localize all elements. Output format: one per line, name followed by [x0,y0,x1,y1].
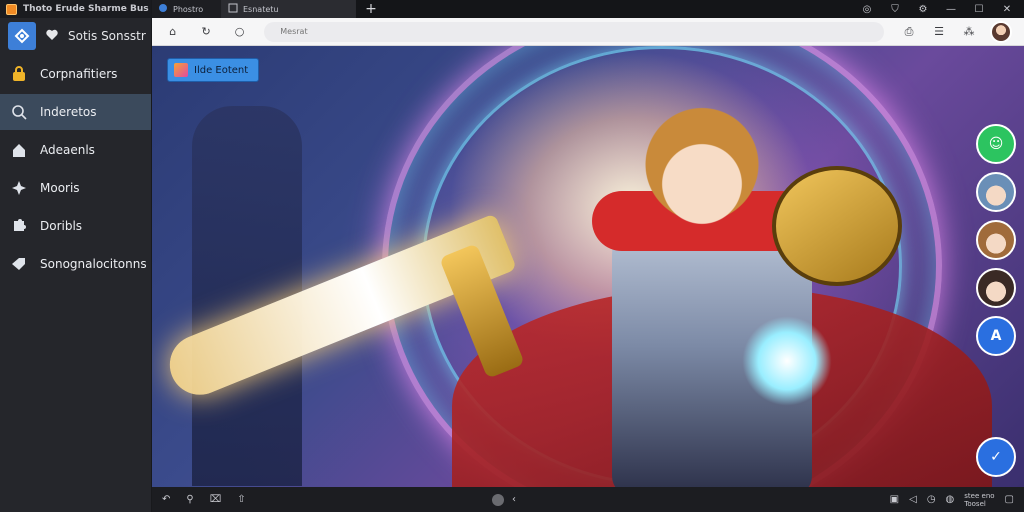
status-right: ▣ ◁ ◷ ◍ stee eno Toosel ▢ [890,492,1014,508]
avatar-button-1[interactable] [976,172,1016,212]
browser-logo-icon [158,3,168,15]
sidebar-item-mooris[interactable]: Mooris [0,170,151,206]
sidebar-item-doribls[interactable]: Doribls [0,208,151,244]
status-center: ‹ [492,493,516,506]
plus-icon: + [365,1,377,17]
status-text-bottom: Toosel [964,499,986,508]
brand-heart-icon [46,29,58,44]
crop-icon[interactable]: ⌧ [210,494,222,505]
check-icon: ✓ [990,449,1002,465]
grid-icon[interactable]: ⁂ [960,23,978,41]
share-icon[interactable]: ⇧ [237,494,245,505]
sidebar: Thoto Erude Sharme Bus Sotis Sonsstr Cor… [0,0,152,512]
puzzle-icon [10,217,28,235]
shield-icon[interactable]: ⛉ [888,4,902,15]
sidebar-brand[interactable]: Sotis Sonsstr [0,18,151,54]
reload-button[interactable]: ↻ [197,23,214,41]
address-input[interactable] [264,21,885,42]
sidebar-item-label: Inderetos [40,105,97,119]
extensions-icon[interactable]: ☰ [930,23,948,41]
avatar[interactable] [990,20,1013,43]
maximize-button[interactable]: ☐ [972,4,986,15]
lock-icon [10,65,28,83]
notification-icon[interactable]: ▢ [1005,494,1014,505]
volume-icon[interactable]: ◁ [909,494,917,505]
status-text-block: stee eno Toosel [964,492,994,508]
brand-a-icon: A [990,328,1002,344]
toolbar-right: ⎙ ☰ ⁂ [900,20,1013,43]
sidebar-item-adeaenls[interactable]: Adeaenls [0,132,151,168]
brand-icon [8,22,36,50]
page-icon [228,3,238,15]
search-icon [10,103,28,121]
new-tab-button[interactable]: + [356,0,386,18]
sidebar-item-sonognalocitonns[interactable]: Sonognalocitonns [0,246,151,282]
settings-icon[interactable]: ⚙ [916,4,930,15]
globe-icon[interactable]: ◍ [946,494,955,505]
content-overlay-button[interactable]: Ilde Eotent [167,58,260,82]
status-bar: ↶ ⚲ ⌧ ⇧ ‹ ▣ ◁ ◷ ◍ stee eno Toosel ▢ [152,487,1024,512]
hand-glow [742,316,832,406]
account-icon[interactable]: ◎ [860,4,874,15]
home-button[interactable]: ⌂ [164,23,181,41]
sidebar-item-label: Corpnafitiers [40,67,118,81]
overlay-button-label: Ilde Eotent [194,64,249,76]
app-icon [6,3,17,15]
circle-icon[interactable]: ○ [231,23,248,41]
pin-icon[interactable]: ⚲ [186,494,193,505]
window-title-bar: Thoto Erude Sharme Bus [0,0,151,18]
artwork-canvas: Ilde Eotent ☺ A ✓ [152,46,1024,487]
tab-bar: Phostro Esnatetu + ◎ ⛉ ⚙ — ☐ ✕ [152,0,1024,18]
castle-tower [192,106,302,486]
sidebar-item-label: Adeaenls [40,143,95,157]
home-icon [10,141,28,159]
sidebar-item-label: Mooris [40,181,80,195]
tab-label: Phostro [173,4,204,14]
window-title: Thoto Erude Sharme Bus [23,4,149,14]
hero-shoulder-pauldron [772,166,902,286]
minimize-button[interactable]: — [944,4,958,15]
browser-toolbar: ⌂ ↻ ○ ⎙ ☰ ⁂ [152,18,1024,46]
avatar-button-3[interactable] [976,268,1016,308]
sidebar-item-label: Sonognalocitonns [40,257,147,271]
clock-icon[interactable]: ◷ [927,494,936,505]
status-text-top: stee eno [964,491,995,500]
record-icon[interactable] [492,493,504,506]
tab-phostro[interactable]: Phostro [152,0,222,18]
sidebar-item-inderetos[interactable]: Inderetos [0,94,151,130]
chat-button[interactable]: ☺ [976,124,1016,164]
chat-icon: ☺ [988,136,1004,152]
status-left: ↶ ⚲ ⌧ ⇧ [162,494,246,505]
thumbnail-icon [174,63,188,77]
window-controls: ◎ ⛉ ⚙ — ☐ ✕ [860,0,1024,18]
tab-esnatetu[interactable]: Esnatetu [222,0,356,18]
check-button[interactable]: ✓ [976,437,1016,477]
tab-label: Esnatetu [243,4,279,14]
brand-label: Sotis Sonsstr [68,29,146,43]
close-button[interactable]: ✕ [1000,4,1014,15]
tag-icon [10,255,28,273]
hero-head [642,106,762,236]
avatar-button-2[interactable] [976,220,1016,260]
image-icon[interactable]: ▣ [890,494,899,505]
brand-button[interactable]: A [976,316,1016,356]
back-arrow-icon[interactable]: ‹ [512,494,516,505]
app-window: Thoto Erude Sharme Bus Sotis Sonsstr Cor… [0,0,1024,512]
sidebar-item-corpnafitiers[interactable]: Corpnafitiers [0,56,151,92]
sparkle-icon [10,179,28,197]
sidebar-item-label: Doribls [40,219,83,233]
floating-action-stack: ☺ A [976,124,1016,356]
undo-icon[interactable]: ↶ [162,494,170,505]
bookmark-icon[interactable]: ⎙ [900,23,918,41]
